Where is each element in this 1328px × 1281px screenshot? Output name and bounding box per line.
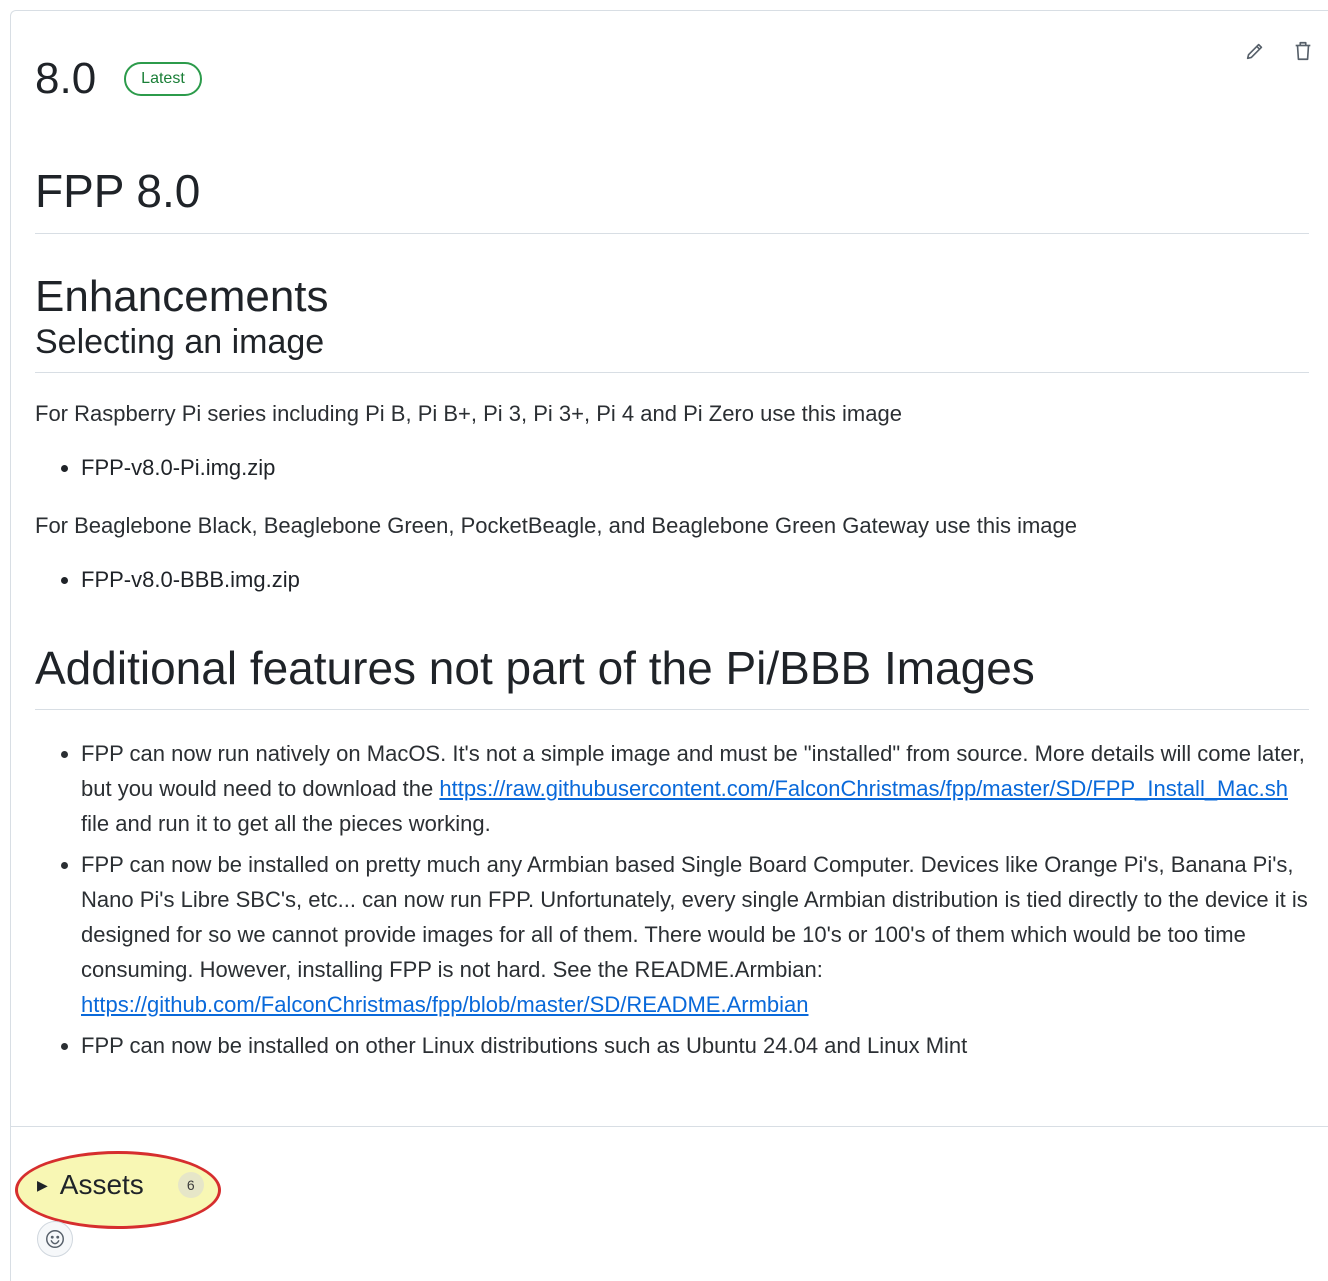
release-actions — [1243, 39, 1315, 63]
feature-armbian: FPP can now be installed on pretty much … — [81, 847, 1309, 1022]
pi-file: FPP-v8.0-Pi.img.zip — [81, 451, 1309, 485]
bbb-file-list: FPP-v8.0-BBB.img.zip — [35, 563, 1309, 597]
feature-macos: FPP can now run natively on MacOS. It's … — [81, 736, 1309, 841]
mac-install-link[interactable]: https://raw.githubusercontent.com/Falcon… — [439, 776, 1288, 801]
additional-features-heading: Additional features not part of the Pi/B… — [35, 637, 1309, 710]
feature-linux: FPP can now be installed on other Linux … — [81, 1028, 1309, 1063]
feature-armbian-text: FPP can now be installed on pretty much … — [81, 852, 1308, 982]
bbb-description: For Beaglebone Black, Beaglebone Green, … — [35, 513, 1078, 538]
caret-right-icon: ▶ — [37, 1176, 48, 1193]
assets-label: Assets — [59, 1169, 144, 1200]
pi-file-list: FPP-v8.0-Pi.img.zip — [35, 451, 1309, 485]
enhancements-heading: Enhancements — [35, 272, 329, 321]
release-version: 8.0 — [35, 54, 97, 103]
selecting-image-heading: Selecting an image — [35, 322, 1309, 373]
assets-divider — [11, 1126, 1328, 1127]
release-notes: FPP 8.0 Enhancements Selecting an image … — [35, 159, 1309, 1069]
release-card: 8.0 Latest FPP 8.0 Enhancements Selectin… — [10, 10, 1328, 1281]
pencil-icon[interactable] — [1243, 39, 1267, 63]
pi-description: For Raspberry Pi series including Pi B, … — [35, 401, 902, 426]
latest-badge: Latest — [124, 62, 202, 96]
armbian-readme-link[interactable]: https://github.com/FalconChristmas/fpp/b… — [81, 992, 809, 1017]
assets-toggle[interactable]: ▶ Assets 6 — [37, 1165, 204, 1205]
assets-count: 6 — [177, 1172, 204, 1198]
release-header: 8.0 Latest — [35, 51, 202, 107]
release-title: FPP 8.0 — [35, 159, 1309, 234]
assets-section: ▶ Assets 6 — [15, 1151, 221, 1229]
features-list: FPP can now run natively on MacOS. It's … — [35, 736, 1309, 1063]
smiley-icon[interactable] — [37, 1221, 73, 1257]
feature-macos-text-end: file and run it to get all the pieces wo… — [81, 811, 491, 836]
bbb-file: FPP-v8.0-BBB.img.zip — [81, 563, 1309, 597]
trash-icon[interactable] — [1291, 39, 1315, 63]
